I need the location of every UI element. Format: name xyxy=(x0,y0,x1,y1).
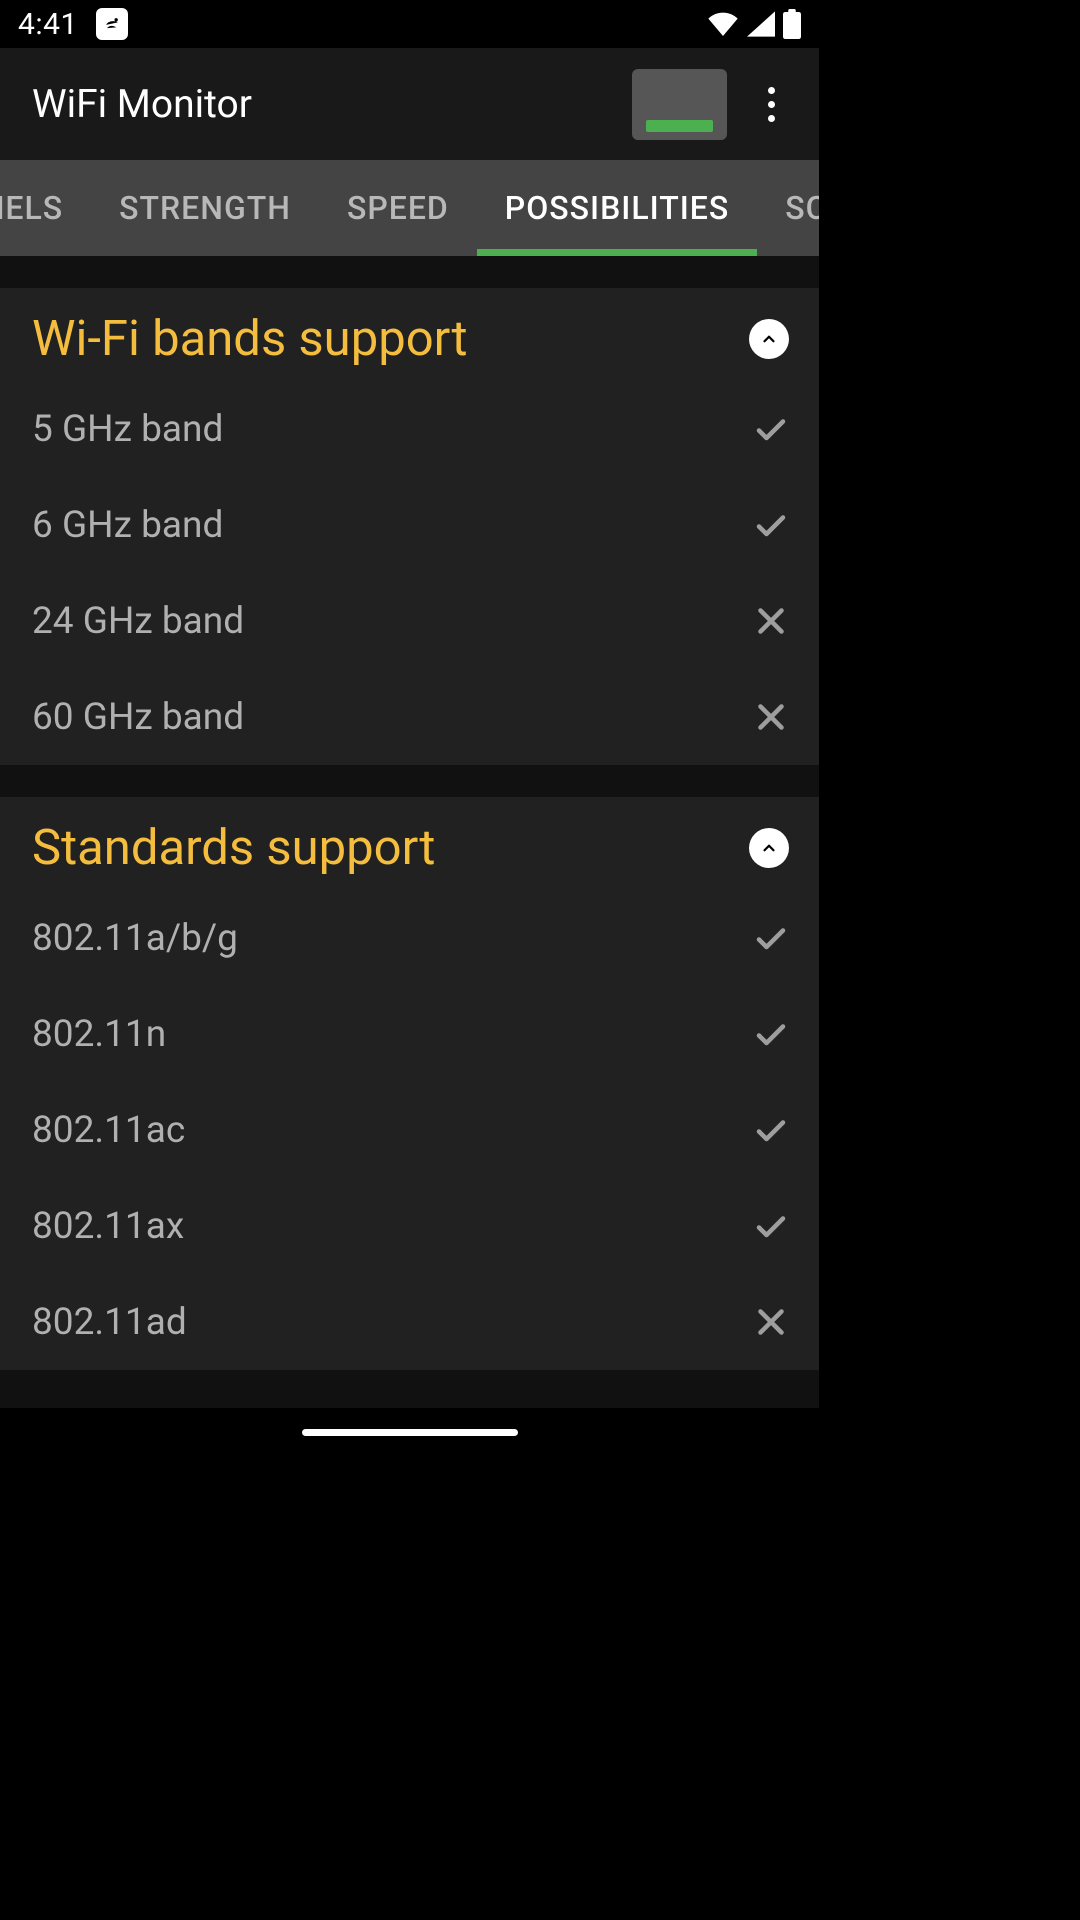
check-icon xyxy=(753,920,789,956)
tab-possibilities[interactable]: POSSIBILITIES xyxy=(477,160,757,256)
tab-speed[interactable]: SPEED xyxy=(319,160,477,256)
tab-scan[interactable]: SCAN xyxy=(757,160,819,256)
android-nav-bar xyxy=(0,1408,819,1456)
close-icon xyxy=(753,699,789,735)
row-label: 802.11ac xyxy=(32,1109,185,1152)
check-icon xyxy=(753,1112,789,1148)
list-item: 6 GHz band xyxy=(0,477,819,573)
status-bar: 4:41 xyxy=(0,0,819,48)
check-icon xyxy=(753,411,789,447)
content-scroll[interactable]: Wi-Fi bands support 5 GHz band 6 GHz ban… xyxy=(0,256,819,1408)
tab-strength[interactable]: STRENGTH xyxy=(91,160,319,256)
row-label: 60 GHz band xyxy=(32,696,244,739)
check-icon xyxy=(753,507,789,543)
cell-signal-icon xyxy=(747,11,775,37)
section-title: Standards support xyxy=(32,819,435,876)
tab-label: POSSIBILITIES xyxy=(505,189,729,227)
list-item: 802.11ac xyxy=(0,1082,819,1178)
collapse-button[interactable] xyxy=(749,828,789,868)
chevron-up-icon xyxy=(760,330,778,348)
list-item: 60 GHz band xyxy=(0,669,819,765)
section-bands: Wi-Fi bands support 5 GHz band 6 GHz ban… xyxy=(0,288,819,765)
tab-bar: NNELS STRENGTH SPEED POSSIBILITIES SCAN xyxy=(0,160,819,256)
tab-label: SCAN xyxy=(785,189,819,227)
battery-icon xyxy=(783,9,801,39)
list-item: 802.11n xyxy=(0,986,819,1082)
tab-label: SPEED xyxy=(347,189,449,227)
check-icon xyxy=(753,1208,789,1244)
tab-label: STRENGTH xyxy=(119,189,291,227)
list-item: 5 GHz band xyxy=(0,381,819,477)
status-time: 4:41 xyxy=(18,7,78,42)
list-item: 802.11ad xyxy=(0,1274,819,1370)
row-label: 802.11a/b/g xyxy=(32,917,238,960)
row-label: 802.11ax xyxy=(32,1205,184,1248)
app-bar: WiFi Monitor xyxy=(0,48,819,160)
section-standards: Standards support 802.11a/b/g 802.11n xyxy=(0,797,819,1370)
list-item: 802.11a/b/g xyxy=(0,890,819,986)
row-label: 802.11n xyxy=(32,1013,166,1056)
overflow-menu-button[interactable] xyxy=(747,80,795,128)
signal-bar-icon xyxy=(646,120,713,132)
wifi-icon xyxy=(707,11,739,37)
collapse-button[interactable] xyxy=(749,319,789,359)
app-notification-icon xyxy=(96,8,128,40)
row-label: 802.11ad xyxy=(32,1301,187,1344)
signal-tile-button[interactable] xyxy=(632,69,727,140)
section-title: Wi-Fi bands support xyxy=(32,310,468,367)
row-label: 6 GHz band xyxy=(32,504,223,547)
app-title: WiFi Monitor xyxy=(32,81,612,127)
row-label: 24 GHz band xyxy=(32,600,244,643)
nav-home-pill[interactable] xyxy=(302,1429,518,1436)
close-icon xyxy=(753,603,789,639)
chevron-up-icon xyxy=(760,839,778,857)
list-item: 24 GHz band xyxy=(0,573,819,669)
row-label: 5 GHz band xyxy=(32,408,223,451)
close-icon xyxy=(753,1304,789,1340)
tab-channels[interactable]: NNELS xyxy=(0,160,91,256)
tab-label: NNELS xyxy=(0,189,63,227)
more-vert-icon xyxy=(768,87,775,122)
check-icon xyxy=(753,1016,789,1052)
list-item: 802.11ax xyxy=(0,1178,819,1274)
